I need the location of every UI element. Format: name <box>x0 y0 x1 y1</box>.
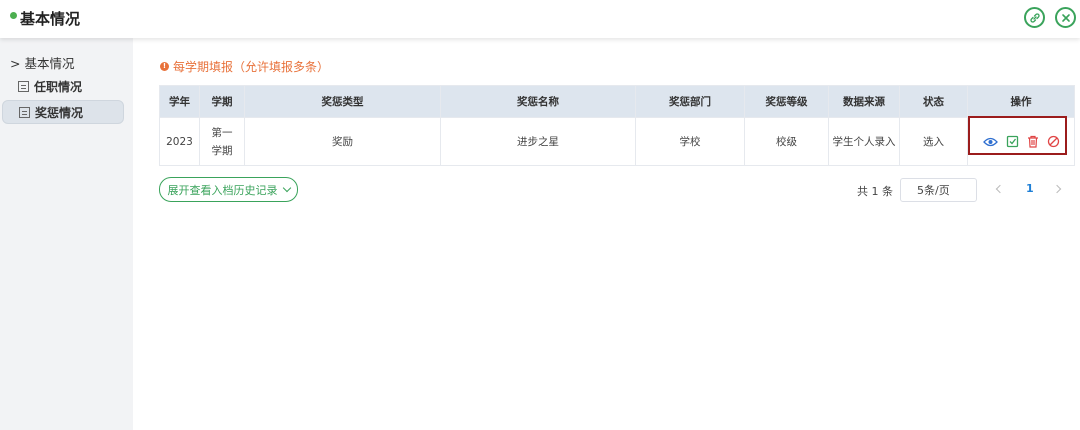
cell-name: 进步之星 <box>440 117 636 166</box>
column-header: 学年 <box>159 85 200 118</box>
rewards-table: 学年 学期 奖惩类型 奖惩名称 奖惩部门 奖惩等级 数据来源 状态 操作 202… <box>159 85 1075 166</box>
column-header: 学期 <box>199 85 245 118</box>
sidebar-item-label: 奖惩情况 <box>35 105 84 120</box>
cell-dept: 学校 <box>635 117 745 166</box>
page-title: 基本情况 <box>20 10 81 28</box>
close-button[interactable] <box>1055 7 1076 28</box>
column-header: 奖惩部门 <box>635 85 745 118</box>
cell-term: 第一学期 <box>199 117 245 166</box>
expand-history-label: 展开查看入档历史记录 <box>167 183 278 197</box>
sidebar-item-rewards[interactable]: 奖惩情况 <box>2 100 124 124</box>
sidebar-section-label[interactable]: > 基本情况 <box>10 53 74 72</box>
view-icon[interactable] <box>982 136 998 148</box>
next-page-icon[interactable] <box>1052 184 1062 194</box>
expand-history-button[interactable]: 展开查看入档历史记录 <box>159 177 298 202</box>
column-header: 数据来源 <box>828 85 900 118</box>
page-header: 基本情况 <box>0 0 1080 38</box>
fill-tip: ! 每学期填报（允许填报多条） <box>160 58 329 75</box>
document-icon <box>19 106 30 118</box>
chevron-down-icon <box>282 183 291 192</box>
current-page-number[interactable]: 1 <box>1026 182 1034 195</box>
warning-icon: ! <box>160 62 169 71</box>
cell-source: 学生个人录入 <box>828 117 900 166</box>
prev-page-icon[interactable] <box>995 184 1005 194</box>
link-button[interactable] <box>1024 7 1045 28</box>
column-header: 奖惩等级 <box>744 85 829 118</box>
edit-icon[interactable] <box>1006 135 1019 148</box>
pagination-total: 共 1 条 <box>857 185 893 198</box>
cell-type: 奖励 <box>244 117 441 166</box>
fill-tip-text: 每学期填报（允许填报多条） <box>173 60 330 74</box>
table-header-row: 学年 学期 奖惩类型 奖惩名称 奖惩部门 奖惩等级 数据来源 状态 操作 <box>159 85 1075 118</box>
close-icon <box>1061 13 1070 22</box>
cell-year: 2023 <box>159 117 200 166</box>
page-size-select[interactable]: 5条/页 <box>900 178 977 202</box>
cell-level: 校级 <box>744 117 829 166</box>
column-header: 状态 <box>899 85 968 118</box>
sidebar: > 基本情况 任职情况 奖惩情况 <box>0 38 133 430</box>
column-header: 奖惩名称 <box>440 85 636 118</box>
delete-icon[interactable] <box>1027 135 1039 148</box>
page-size-value: 5条/页 <box>917 184 950 197</box>
column-header: 奖惩类型 <box>244 85 441 118</box>
disable-icon[interactable] <box>1047 135 1060 148</box>
link-icon <box>1029 12 1040 23</box>
sidebar-item-appointment[interactable]: 任职情况 <box>2 74 124 98</box>
cell-actions <box>967 117 1075 166</box>
document-icon <box>18 80 29 92</box>
cell-status: 选入 <box>899 117 968 166</box>
status-dot-icon <box>10 12 17 19</box>
table-row: 2023 第一学期 奖励 进步之星 学校 校级 学生个人录入 选入 <box>159 117 1075 166</box>
column-header: 操作 <box>967 85 1075 118</box>
sidebar-item-label: 任职情况 <box>34 79 83 94</box>
